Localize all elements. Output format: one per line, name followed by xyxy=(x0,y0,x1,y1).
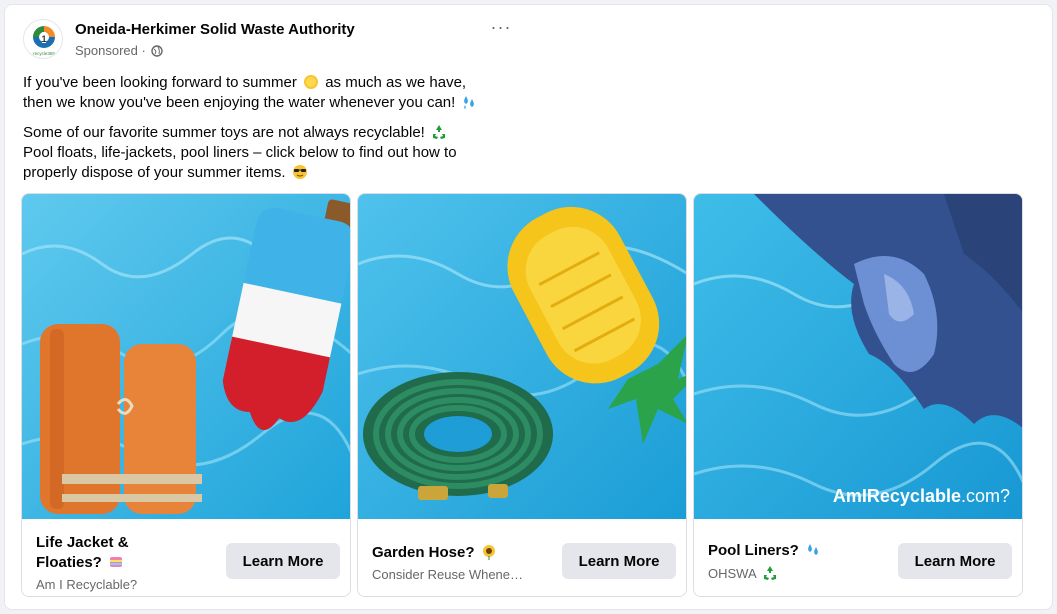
paragraph-text: properly dispose of your summer items. xyxy=(23,164,286,181)
card-subtitle: OHSWA xyxy=(708,565,883,581)
paragraph-1: If you've been looking forward to summer… xyxy=(23,73,543,113)
paragraph-text: as much as we have, xyxy=(325,74,467,91)
svg-text:1: 1 xyxy=(41,34,46,44)
sunflower-emoji-icon xyxy=(481,544,497,560)
card-image[interactable] xyxy=(22,194,350,519)
water-drops-emoji-icon xyxy=(805,542,821,558)
sun-emoji-icon xyxy=(303,74,319,90)
watermark-light: .com? xyxy=(960,486,1010,506)
paragraph-text: Some of our favorite summer toys are not… xyxy=(23,124,425,141)
card-title-line: Life Jacket & xyxy=(36,534,129,551)
card-subtitle-text: OHSWA xyxy=(708,566,756,581)
card-footer: Pool Liners? OHSWA Learn More xyxy=(694,519,1022,596)
pool-float-emoji-icon xyxy=(108,554,124,570)
learn-more-button[interactable]: Learn More xyxy=(226,543,340,579)
card-image[interactable]: AmIRecyclable.com? xyxy=(694,194,1022,519)
card-title[interactable]: Garden Hose? xyxy=(372,543,552,563)
card-title[interactable]: Pool Liners? xyxy=(708,541,888,561)
paragraph-text: If you've been looking forward to summer xyxy=(23,74,297,91)
paragraph-2: Some of our favorite summer toys are not… xyxy=(23,123,543,183)
site-watermark: AmIRecyclable.com? xyxy=(833,486,1010,507)
card-title-line: Garden Hose? xyxy=(372,544,475,561)
carousel-card-garden-hose[interactable]: Garden Hose? Consider Reuse Whene… Learn… xyxy=(357,193,687,597)
card-title-line: Floaties? xyxy=(36,554,102,571)
logo-icon: 1 recycle365 xyxy=(33,26,55,56)
card-footer: Life Jacket & Floaties? Am I Recyclable?… xyxy=(22,519,350,596)
globe-icon xyxy=(151,45,164,60)
learn-more-button[interactable]: Learn More xyxy=(562,543,676,579)
sponsored-post: 1 recycle365 Oneida-Herkimer Solid Waste… xyxy=(4,4,1053,610)
paragraph-text: Pool floats, life-jackets, pool liners –… xyxy=(23,144,457,161)
carousel-card-life-jacket[interactable]: Life Jacket & Floaties? Am I Recyclable?… xyxy=(21,193,351,597)
learn-more-button[interactable]: Learn More xyxy=(898,543,1012,579)
card-footer: Garden Hose? Consider Reuse Whene… Learn… xyxy=(358,519,686,596)
water-drops-emoji-icon xyxy=(461,94,477,110)
recycle-emoji-icon xyxy=(762,565,778,581)
carousel-card-pool-liners[interactable]: AmIRecyclable.com? Pool Liners? OHSWA Le… xyxy=(693,193,1023,597)
card-title[interactable]: Life Jacket & Floaties? xyxy=(36,533,216,573)
sunglasses-emoji-icon xyxy=(292,164,308,180)
recycle-emoji-icon xyxy=(431,124,447,140)
page-avatar[interactable]: 1 recycle365 xyxy=(23,19,63,59)
sponsored-label[interactable]: Sponsored xyxy=(75,43,138,58)
page-name-link[interactable]: Oneida-Herkimer Solid Waste Authority xyxy=(75,21,355,38)
card-subtitle: Consider Reuse Whene… xyxy=(372,567,524,582)
post-body: If you've been looking forward to summer… xyxy=(23,73,543,193)
svg-text:recycle365: recycle365 xyxy=(33,51,55,56)
card-title-line: Pool Liners? xyxy=(708,542,799,559)
card-image[interactable] xyxy=(358,194,686,519)
ad-carousel: Life Jacket & Floaties? Am I Recyclable?… xyxy=(21,193,1031,601)
card-subtitle: Am I Recyclable? xyxy=(36,577,138,592)
meta-separator: · xyxy=(141,43,146,58)
more-options-icon[interactable]: ··· xyxy=(487,18,515,39)
post-header: 1 recycle365 Oneida-Herkimer Solid Waste… xyxy=(23,17,543,61)
post-meta: Sponsored · xyxy=(75,43,164,60)
paragraph-text: then we know you've been enjoying the wa… xyxy=(23,94,456,111)
watermark-bold: AmIRecyclable xyxy=(832,486,961,506)
